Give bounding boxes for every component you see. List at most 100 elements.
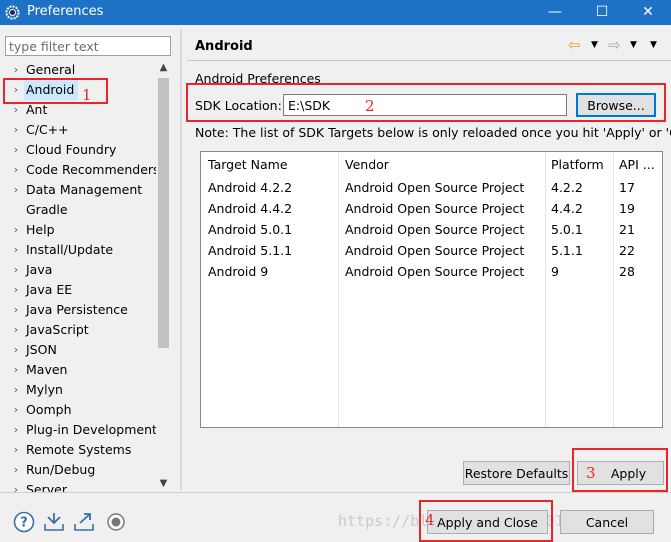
sidebar-item[interactable]: › Java (0, 260, 156, 280)
annotation-number-2: 2 (365, 97, 375, 115)
column-header-target-name[interactable]: Target Name (208, 157, 288, 172)
column-separator[interactable] (613, 152, 614, 427)
sidebar-item[interactable]: › Remote Systems (0, 440, 156, 460)
scroll-up-icon[interactable]: ▲ (156, 60, 171, 75)
chevron-right-icon[interactable]: › (12, 240, 20, 260)
chevron-right-icon[interactable]: › (12, 460, 20, 480)
chevron-right-icon[interactable]: › (12, 320, 20, 340)
pane-divider[interactable] (180, 30, 182, 490)
table-cell[interactable]: 4.4.2 (551, 201, 583, 216)
chevron-right-icon[interactable]: › (12, 440, 20, 460)
chevron-right-icon[interactable]: › (12, 60, 20, 80)
back-arrow-icon[interactable]: ⇦ (568, 37, 581, 53)
forward-arrow-icon[interactable]: ⇨ (608, 37, 621, 53)
table-cell[interactable]: 4.2.2 (551, 180, 583, 195)
cancel-button[interactable]: Cancel (560, 510, 654, 534)
chevron-right-icon[interactable]: › (12, 400, 20, 420)
table-cell[interactable]: Android Open Source Project (345, 264, 524, 279)
chevron-right-icon[interactable]: › (12, 360, 20, 380)
sidebar-item-label: Oomph (26, 402, 72, 417)
table-cell[interactable]: Android 5.1.1 (208, 243, 292, 258)
sidebar-item[interactable]: › Oomph (0, 400, 156, 420)
sidebar-item[interactable]: › JSON (0, 340, 156, 360)
table-cell[interactable]: 5.1.1 (551, 243, 583, 258)
table-cell[interactable]: Android 4.4.2 (208, 201, 292, 216)
sidebar-item-label: JavaScript (26, 322, 89, 337)
column-header-vendor[interactable]: Vendor (345, 157, 389, 172)
sidebar-item[interactable]: › Code Recommenders (0, 160, 156, 180)
table-cell[interactable]: 28 (619, 264, 635, 279)
chevron-right-icon[interactable]: › (12, 140, 20, 160)
sidebar-item[interactable]: › Java Persistence (0, 300, 156, 320)
table-cell[interactable]: Android Open Source Project (345, 243, 524, 258)
sidebar-item-label: Help (26, 222, 55, 237)
view-menu-icon[interactable]: ▼ (650, 37, 657, 53)
column-header-platform[interactable]: Platform (551, 157, 604, 172)
table-cell[interactable]: Android 5.0.1 (208, 222, 292, 237)
sidebar-item-label: Mylyn (26, 382, 63, 397)
scrollbar-thumb[interactable] (158, 78, 169, 348)
tree-scrollbar[interactable]: ▲ ▼ (156, 60, 171, 492)
annotation-number-4: 4 (425, 511, 435, 529)
column-separator[interactable] (338, 152, 339, 427)
sidebar-item[interactable]: › Mylyn (0, 380, 156, 400)
sidebar-item[interactable]: › JavaScript (0, 320, 156, 340)
preference-tree[interactable]: › General › Android › Ant › C/C++ › Cloud Foundry… (0, 60, 156, 492)
chevron-right-icon[interactable]: › (12, 480, 20, 492)
table-cell[interactable]: 22 (619, 243, 635, 258)
column-header-api[interactable]: API ... (619, 157, 655, 172)
column-separator[interactable] (545, 152, 546, 427)
table-cell[interactable]: Android Open Source Project (345, 180, 524, 195)
table-cell[interactable]: 19 (619, 201, 635, 216)
chevron-right-icon[interactable]: › (12, 340, 20, 360)
table-cell[interactable]: Android Open Source Project (345, 222, 524, 237)
minimize-button[interactable]: — (532, 0, 578, 25)
import-icon[interactable] (42, 510, 66, 534)
restore-defaults-button[interactable]: Restore Defaults (463, 461, 570, 485)
close-button[interactable]: ✕ (625, 0, 671, 25)
sidebar-item[interactable]: › Cloud Foundry (0, 140, 156, 160)
annotation-number-3: 3 (586, 464, 596, 482)
sidebar-item[interactable]: › Plug-in Development (0, 420, 156, 440)
sidebar-item[interactable]: › Run/Debug (0, 460, 156, 480)
chevron-right-icon[interactable]: › (12, 280, 20, 300)
sidebar-item[interactable]: › C/C++ (0, 120, 156, 140)
scroll-down-icon[interactable]: ▼ (156, 476, 171, 491)
chevron-right-icon[interactable]: › (12, 260, 20, 280)
help-icon[interactable]: ? (12, 510, 36, 534)
forward-menu-chevron-icon[interactable]: ▼ (630, 37, 637, 53)
sidebar-item[interactable]: Gradle (0, 200, 156, 220)
chevron-right-icon[interactable]: › (12, 300, 20, 320)
table-cell[interactable]: 5.0.1 (551, 222, 583, 237)
chevron-right-icon[interactable]: › (12, 120, 20, 140)
annotation-number-1: 1 (82, 86, 92, 104)
record-icon[interactable] (104, 510, 128, 534)
sidebar-item[interactable]: › General (0, 60, 156, 80)
back-menu-chevron-icon[interactable]: ▼ (591, 37, 598, 53)
sidebar-item[interactable]: › Java EE (0, 280, 156, 300)
eclipse-gear-icon (5, 5, 20, 20)
sidebar-item-label: JSON (26, 342, 57, 357)
chevron-right-icon[interactable]: › (12, 180, 20, 200)
sidebar-item[interactable]: › Maven (0, 360, 156, 380)
filter-input[interactable] (5, 36, 171, 56)
table-cell[interactable]: 9 (551, 264, 559, 279)
sidebar-item[interactable]: › Server (0, 480, 156, 492)
chevron-right-icon[interactable]: › (12, 220, 20, 240)
sidebar-item[interactable]: › Help (0, 220, 156, 240)
chevron-right-icon[interactable]: › (12, 160, 20, 180)
maximize-button[interactable]: ☐ (579, 0, 625, 25)
sdk-targets-table[interactable]: Target Name Vendor Platform API ... Andr… (200, 151, 663, 428)
export-icon[interactable] (72, 510, 96, 534)
table-cell[interactable]: 17 (619, 180, 635, 195)
svg-text:?: ? (20, 516, 28, 531)
chevron-right-icon[interactable]: › (12, 380, 20, 400)
table-cell[interactable]: Android Open Source Project (345, 201, 524, 216)
sdk-note: Note: The list of SDK Targets below is o… (195, 125, 671, 140)
table-cell[interactable]: Android 9 (208, 264, 268, 279)
sidebar-item[interactable]: › Install/Update (0, 240, 156, 260)
sidebar-item[interactable]: › Data Management (0, 180, 156, 200)
table-cell[interactable]: Android 4.2.2 (208, 180, 292, 195)
table-cell[interactable]: 21 (619, 222, 635, 237)
chevron-right-icon[interactable]: › (12, 420, 20, 440)
